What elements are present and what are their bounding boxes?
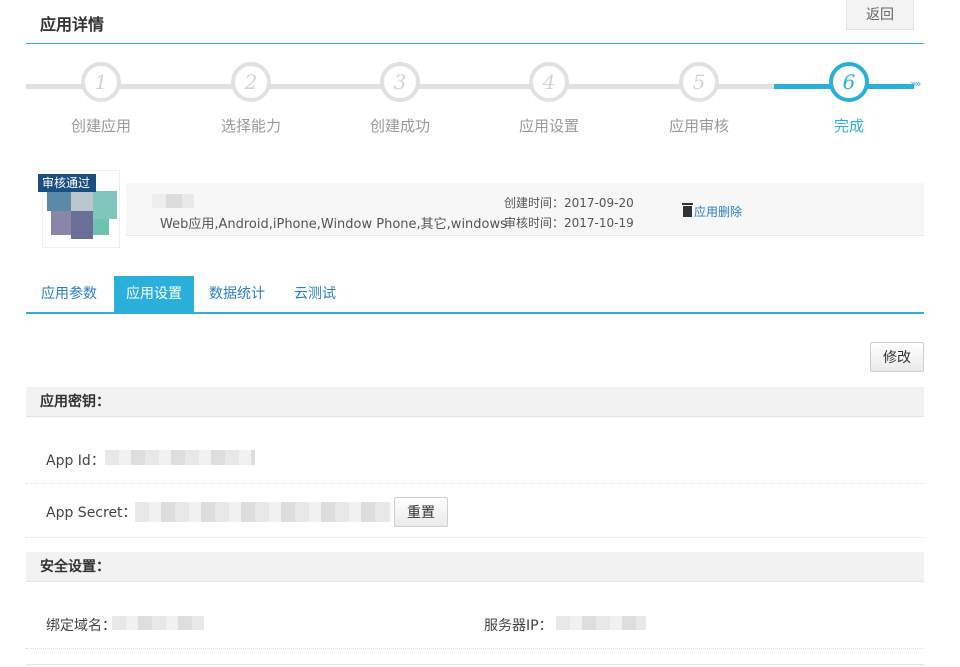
approved-badge: 审核通过 [38, 174, 97, 192]
app-secret-label: App Secret： [46, 505, 137, 521]
step-number: 1 [81, 62, 121, 102]
domain-label: 绑定域名： [46, 618, 116, 634]
app-summary-card: 审核通过 [26, 170, 924, 248]
server-ip-value-redacted [556, 616, 646, 630]
step-label: 完成 [833, 117, 864, 135]
app-keys-section-header: 应用密钥： [26, 387, 924, 417]
domain-value-redacted [112, 616, 204, 630]
delete-app-label: 应用删除 [694, 205, 743, 219]
step-number: 6 [829, 62, 869, 102]
step-label: 应用设置 [518, 117, 579, 135]
app-id-value-redacted [105, 450, 255, 465]
app-id-label: App Id： [46, 453, 105, 469]
step-create-app: 1 创建应用 [26, 62, 176, 136]
server-ip-label: 服务器IP： [484, 618, 553, 634]
step-number: 3 [380, 62, 420, 102]
step-label: 创建应用 [70, 117, 131, 135]
page-header: 应用详情 返回 [26, 0, 924, 44]
step-app-settings: 4 应用设置 [474, 62, 624, 136]
bottom-divider [26, 649, 924, 665]
security-section-header: 安全设置： [26, 552, 924, 582]
app-platforms: Web应用,Android,iPhone,Window Phone,其它,win… [160, 217, 507, 232]
reset-secret-button[interactable]: 重置 [394, 497, 448, 527]
tab-data-stats[interactable]: 数据统计 [197, 276, 277, 312]
edit-button[interactable]: 修改 [870, 342, 924, 372]
created-date: 创建时间：2017-09-20 [504, 196, 634, 210]
progress-steps: »» 1 创建应用 2 选择能力 3 创建成功 4 应用设置 5 应用审核 6 … [26, 62, 924, 152]
step-number: 2 [231, 62, 271, 102]
back-button[interactable]: 返回 [846, 0, 914, 30]
step-select-capability: 2 选择能力 [176, 62, 326, 136]
page-title: 应用详情 [40, 15, 105, 34]
app-dates: 创建时间：2017-09-20 审核时间：2017-10-19 [504, 193, 634, 233]
step-label: 应用审核 [668, 117, 729, 135]
step-number: 4 [529, 62, 569, 102]
delete-app-link[interactable]: 应用删除 [682, 203, 743, 220]
tab-app-settings[interactable]: 应用设置 [114, 276, 194, 312]
step-complete: 6 完成 [774, 62, 924, 136]
app-name-redacted [152, 194, 202, 208]
step-label: 创建成功 [369, 117, 430, 135]
step-app-review: 5 应用审核 [624, 62, 774, 136]
reviewed-date: 审核时间：2017-10-19 [504, 216, 634, 230]
trash-icon [682, 203, 693, 217]
detail-tabs: 应用参数 应用设置 数据统计 云测试 [26, 276, 924, 314]
step-label: 选择能力 [220, 117, 281, 135]
step-create-success: 3 创建成功 [325, 62, 475, 136]
tab-cloud-test[interactable]: 云测试 [282, 276, 348, 312]
tab-app-params[interactable]: 应用参数 [29, 276, 109, 312]
app-secret-value-redacted [135, 502, 391, 522]
step-number: 5 [679, 62, 719, 102]
